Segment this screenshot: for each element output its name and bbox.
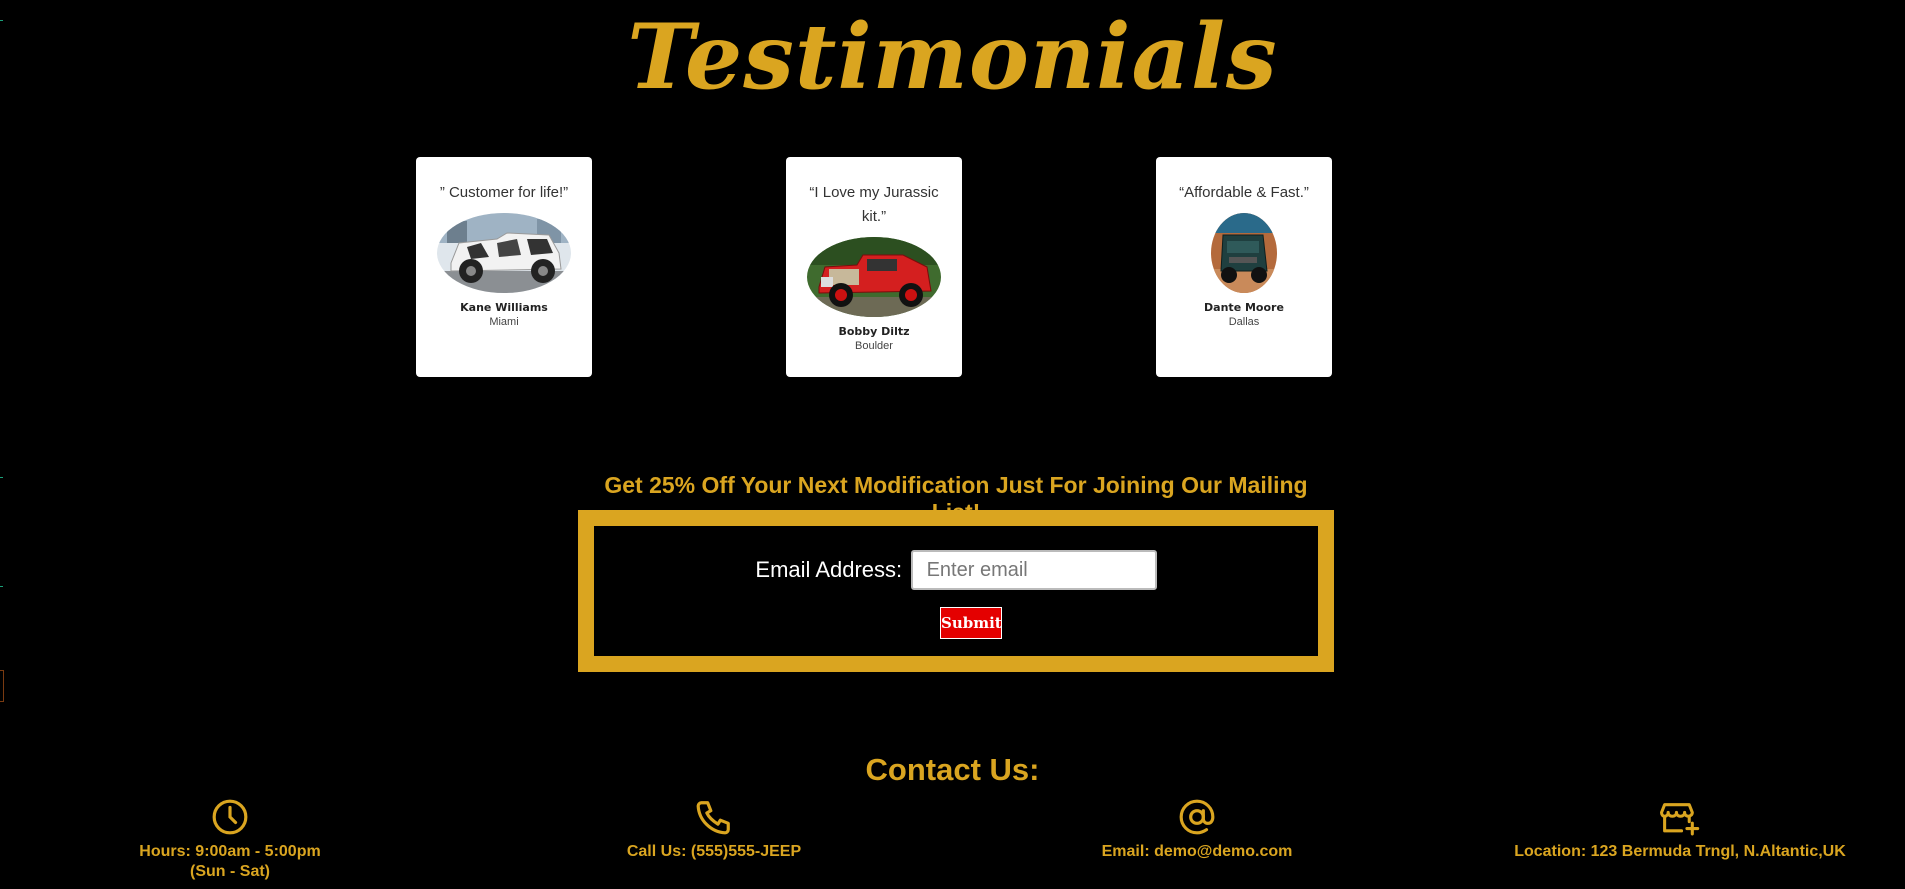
contact-email: Email: demo@demo.com (1097, 798, 1297, 862)
hours-text: Hours: 9:00am - 5:00pm (139, 843, 321, 860)
contact-title: Contact Us: (865, 752, 1040, 787)
testimonial-card: ” Customer for life!” Kane Williams Miam… (416, 157, 592, 377)
at-sign-icon (1179, 799, 1215, 835)
phone-icon (696, 801, 730, 835)
testimonial-card: “I Love my Jurassic kit.” Bobby Diltz Bo… (786, 157, 962, 377)
clock-icon (212, 799, 248, 835)
phone-text[interactable]: Call Us: (555)555-JEEP (614, 842, 814, 862)
contact-location: Location: 123 Bermuda Trngl, N.Altantic,… (1500, 798, 1860, 862)
submit-button[interactable]: Submit (940, 607, 1002, 639)
edge-mark (0, 477, 3, 478)
contact-hours: Hours: 9:00am - 5:00pm (Sun - Sat) (130, 798, 330, 882)
location-text: Location: 123 Bermuda Trngl, N.Altantic,… (1514, 843, 1846, 860)
edge-box (0, 670, 4, 702)
dark-jeep-photo (1211, 213, 1277, 293)
email-label: Email Address: (755, 557, 903, 582)
customer-city: Miami (489, 316, 519, 328)
email-row: Email Address: (594, 550, 1318, 590)
testimonial-quote: ” Customer for life!” (439, 184, 569, 201)
mailing-form: Email Address: Submit (578, 510, 1334, 672)
customer-name: Kane Williams (460, 301, 548, 314)
store-add-icon (1660, 803, 1700, 836)
red-jeep-photo (807, 237, 941, 317)
edge-mark (0, 586, 3, 587)
customer-name: Dante Moore (1204, 301, 1284, 314)
contact-phone: Call Us: (555)555-JEEP (614, 798, 814, 862)
testimonial-card: “Affordable & Fast.” Dante Moore Dallas (1156, 157, 1332, 377)
page-title: Testimonials (627, 4, 1278, 110)
white-jeep-photo (437, 213, 571, 293)
testimonial-quote: “Affordable & Fast.” (1179, 184, 1309, 201)
customer-city: Dallas (1228, 316, 1260, 328)
email-text[interactable]: Email: demo@demo.com (1097, 842, 1297, 862)
hours-days: (Sun - Sat) (190, 863, 270, 880)
email-input[interactable] (910, 550, 1157, 590)
customer-name: Bobby Diltz (838, 325, 910, 338)
customer-city: Boulder (855, 340, 893, 352)
testimonial-quote: “I Love my Jurassic kit.” (809, 184, 939, 225)
